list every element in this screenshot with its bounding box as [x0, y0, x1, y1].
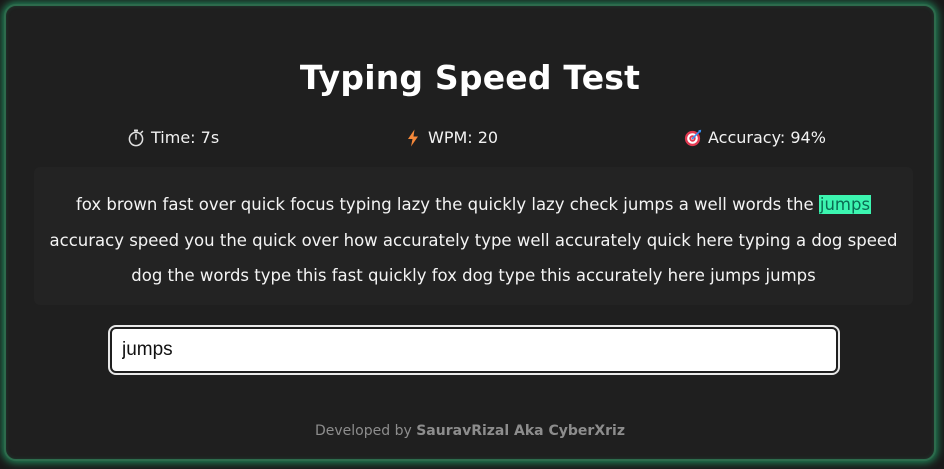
wpm-stat: WPM: 20 [404, 128, 498, 147]
passage-typed-text: fox brown fast over quick focus typing l… [75, 195, 814, 214]
accuracy-value: Accuracy: 94% [708, 128, 826, 147]
current-word-highlight: jumps [818, 195, 872, 214]
stopwatch-icon [127, 129, 145, 147]
target-icon [684, 129, 702, 147]
footer: Developed by SauravRizal Aka CyberXriz [6, 423, 934, 439]
typing-input-container [108, 325, 840, 375]
wpm-value: WPM: 20 [428, 128, 499, 147]
accuracy-stat: Accuracy: 94% [684, 128, 826, 147]
stats-bar: Time: 7s WPM: 20 Accuracy: 94% [6, 128, 934, 152]
time-stat: Time: 7s [127, 128, 219, 147]
text-passage: fox brown fast over quick focus typing l… [34, 167, 913, 305]
page-title: Typing Speed Test [299, 58, 641, 97]
lightning-icon [404, 129, 422, 147]
typing-test-card: Typing Speed Test Time: 7s WPM: 20 Accur… [4, 4, 936, 461]
footer-prefix: Developed by [315, 423, 412, 439]
passage-remaining-text: accuracy speed you the quick over how ac… [49, 230, 898, 286]
time-value: Time: 7s [151, 128, 220, 147]
typing-input[interactable] [112, 329, 836, 371]
footer-author: SauravRizal Aka CyberXriz [416, 423, 625, 439]
